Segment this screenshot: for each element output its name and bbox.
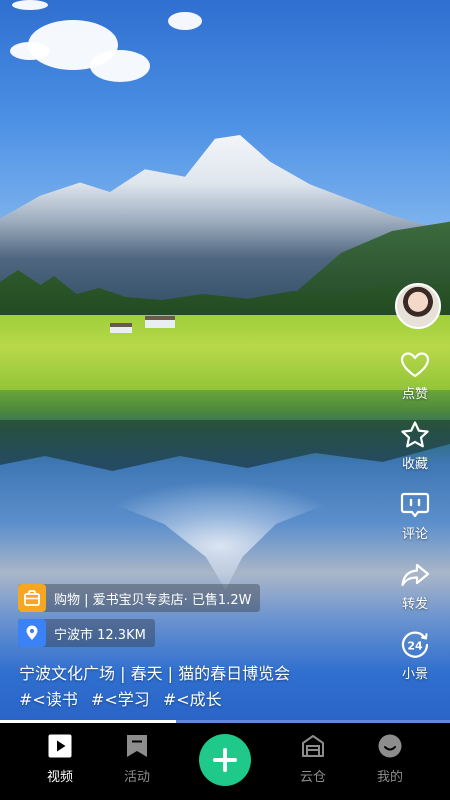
tab-mine-label: 我的	[376, 770, 403, 785]
bookmark-icon	[127, 735, 147, 757]
shopping-bag-icon	[18, 584, 46, 612]
hashtag[interactable]: #<学习	[91, 690, 150, 709]
favorite-button[interactable]: 收藏	[380, 419, 450, 472]
share-label: 转发	[401, 597, 428, 612]
tab-video-label: 视频	[46, 770, 73, 785]
tab-mine[interactable]: 我的	[355, 733, 425, 785]
hashtag[interactable]: #<读书	[19, 690, 78, 709]
shop-tag[interactable]: 购物 | 爱书宝贝专卖店· 已售1.2W	[18, 584, 261, 612]
play-video-icon	[48, 734, 72, 758]
publish-plus-button[interactable]	[199, 734, 251, 786]
cloud	[168, 12, 202, 30]
tab-video[interactable]: 视频	[25, 733, 95, 785]
smiley-face-icon	[378, 734, 402, 758]
scene-button[interactable]: 24 小景	[380, 629, 450, 682]
24h-icon: 24	[401, 631, 429, 658]
comment-icon	[400, 492, 430, 518]
creator-avatar[interactable]	[395, 283, 441, 329]
hashtag[interactable]: #<成长	[163, 690, 222, 709]
favorite-label: 收藏	[401, 457, 428, 472]
tab-activity[interactable]: 活动	[102, 733, 172, 785]
like-button[interactable]: 点赞	[380, 349, 450, 402]
location-tag-text: 宁波市 12.3KM	[54, 627, 146, 643]
tab-cloud-warehouse-label: 云仓	[299, 770, 326, 785]
bottom-tab-bar: 视频 活动 云仓 我的	[0, 723, 450, 800]
warehouse-icon	[302, 735, 324, 757]
comment-button[interactable]: 评论	[380, 489, 450, 542]
house	[145, 316, 175, 328]
video-title: 宁波文化广场 | 春天 | 猫的春日博览会	[19, 664, 291, 683]
cloud	[90, 50, 150, 82]
share-button[interactable]: 转发	[380, 559, 450, 612]
hashtag-row: #<读书 #<学习 #<成长	[19, 686, 230, 710]
tab-activity-label: 活动	[123, 770, 150, 785]
like-label: 点赞	[401, 387, 428, 402]
cloud	[10, 42, 50, 60]
scene-label: 小景	[401, 667, 428, 682]
plus-icon	[213, 748, 237, 772]
house	[110, 323, 132, 333]
shop-tag-text: 购物 | 爱书宝贝专卖店· 已售1.2W	[54, 592, 252, 608]
tab-cloud-warehouse[interactable]: 云仓	[278, 733, 348, 785]
24h-icon-text: 24	[407, 640, 423, 653]
location-pin-icon	[18, 619, 46, 647]
location-tag[interactable]: 宁波市 12.3KM	[18, 619, 155, 647]
share-arrow-icon	[401, 563, 430, 587]
star-icon	[401, 421, 429, 448]
comment-label: 评论	[401, 527, 428, 542]
cloud	[12, 0, 48, 10]
heart-icon	[400, 352, 430, 378]
